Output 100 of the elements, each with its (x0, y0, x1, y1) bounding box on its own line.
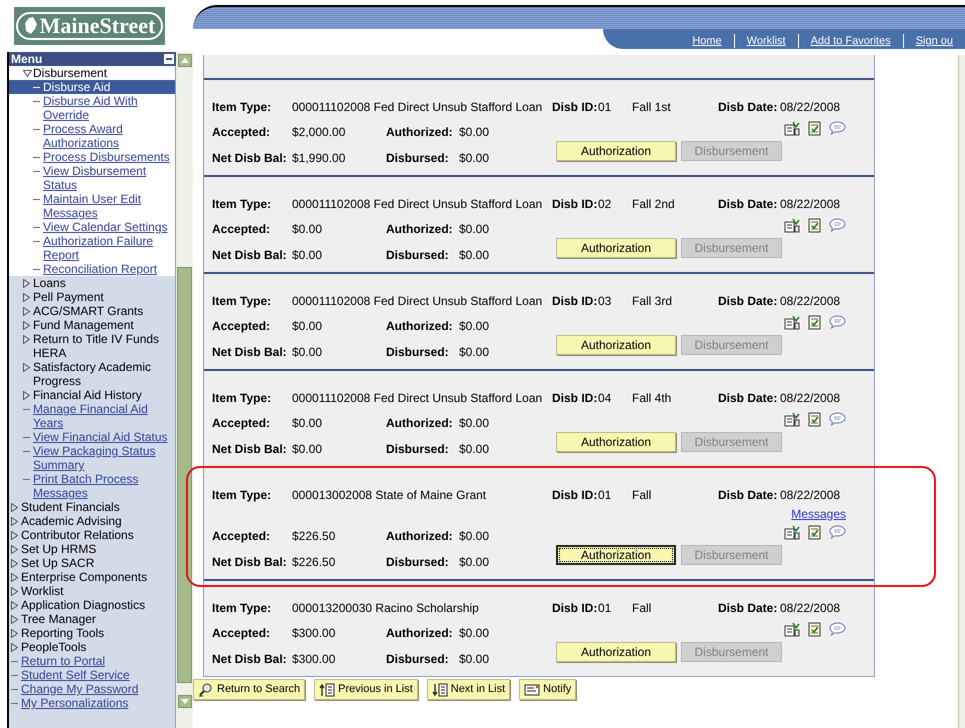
collapsed-triangle-icon[interactable] (11, 626, 21, 640)
action-button[interactable]: Authorization (556, 642, 676, 662)
folder-item[interactable]: Reporting Tools (21, 626, 106, 640)
collapsed-triangle-icon[interactable] (23, 318, 33, 332)
checklist-icon[interactable] (808, 524, 821, 540)
folder-item[interactable]: Loans (33, 276, 68, 290)
field-label: Item Type: (212, 196, 272, 213)
list-chart-icon[interactable] (784, 120, 800, 136)
nav-link[interactable]: Home (680, 34, 734, 48)
checklist-icon[interactable] (808, 218, 821, 232)
folder-item[interactable]: Set Up HRMS (21, 542, 98, 556)
field-value: 08/22/2008 (780, 196, 840, 213)
list-chart-icon[interactable] (784, 412, 800, 426)
collapsed-triangle-icon[interactable] (11, 528, 21, 542)
folder-item[interactable]: Financial Aid History (33, 388, 144, 402)
action-button[interactable]: Authorization (556, 545, 676, 565)
collapsed-triangle-icon[interactable] (11, 542, 21, 556)
collapse-icon[interactable] (164, 54, 174, 64)
menu-link[interactable]: Maintain User Edit Messages (43, 192, 175, 220)
menu-link[interactable]: Reconciliation Report (43, 262, 160, 276)
menu-link[interactable]: View Financial Aid Status (33, 430, 170, 444)
folder-item[interactable]: Set Up SACR (21, 556, 96, 570)
checklist-icon[interactable] (808, 622, 821, 636)
folder-item[interactable]: Enterprise Components (21, 570, 150, 584)
down-arrow-list-icon (432, 682, 448, 696)
toolbar-button[interactable]: Return to Search (193, 679, 306, 700)
collapsed-triangle-icon[interactable] (11, 514, 21, 528)
menu-link[interactable]: View Calendar Settings (43, 220, 170, 234)
nav-link[interactable]: Add to Favorites (798, 34, 903, 48)
speech-bubble-icon[interactable] (829, 121, 846, 135)
collapsed-triangle-icon[interactable] (23, 290, 33, 304)
collapsed-triangle-icon[interactable] (11, 556, 21, 570)
collapsed-triangle-icon[interactable] (11, 570, 21, 584)
collapsed-triangle-icon[interactable] (23, 360, 33, 374)
menu-link[interactable]: Authorization Failure Report (43, 234, 175, 262)
scroll-up-icon[interactable] (178, 54, 192, 67)
menu-link[interactable]: Process Disbursements (43, 150, 172, 164)
folder-item[interactable]: Disbursement (33, 66, 110, 80)
menu-link[interactable]: Disburse Aid With Override (43, 94, 175, 122)
menu-link[interactable]: View Disbursement Status (43, 164, 175, 192)
menu-link[interactable]: My Personalizations (21, 696, 130, 710)
collapsed-triangle-icon[interactable] (11, 584, 21, 598)
folder-item[interactable]: Application Diagnostics (21, 598, 148, 612)
action-button[interactable]: Authorization (556, 238, 676, 258)
toolbar-button[interactable]: Next in List (426, 679, 510, 700)
folder-item[interactable]: Contributor Relations (21, 528, 136, 542)
field-value: $0.00 (459, 247, 490, 264)
field-label: Authorized: (386, 221, 454, 238)
collapsed-triangle-icon[interactable] (11, 598, 21, 612)
folder-item[interactable]: ACG/SMART Grants (33, 304, 146, 318)
page-scrollbar[interactable] (958, 55, 965, 728)
scroll-down-icon[interactable] (178, 695, 192, 708)
collapsed-triangle-icon[interactable] (23, 304, 33, 318)
collapsed-triangle-icon[interactable] (23, 276, 33, 290)
checklist-icon[interactable] (808, 314, 821, 330)
action-button[interactable]: Authorization (556, 141, 676, 161)
folder-item[interactable]: Worklist (21, 584, 66, 598)
field-value: $0.00 (292, 247, 324, 264)
field-value: $0.00 (459, 221, 490, 238)
list-chart-icon[interactable] (784, 218, 800, 232)
menu-scrollbar[interactable] (176, 52, 193, 728)
nav-link[interactable]: Sign ou (902, 34, 965, 48)
folder-item[interactable]: Academic Advising (21, 514, 124, 528)
list-chart-icon[interactable] (784, 524, 800, 540)
messages-link[interactable]: Messages (791, 507, 846, 523)
folder-item[interactable]: Return to Title IV Funds HERA (33, 332, 175, 360)
dash-icon (23, 436, 30, 438)
scroll-thumb[interactable] (177, 267, 192, 683)
speech-bubble-icon[interactable] (829, 218, 846, 232)
menu-link[interactable]: View Packaging Status Summary (33, 444, 175, 472)
folder-item[interactable]: PeopleTools (21, 640, 88, 654)
speech-bubble-icon[interactable] (829, 622, 846, 636)
list-chart-icon[interactable] (784, 314, 800, 330)
speech-bubble-icon[interactable] (829, 525, 846, 539)
collapsed-triangle-icon[interactable] (23, 332, 33, 346)
menu-link[interactable]: Manage Financial Aid Years (33, 402, 175, 430)
action-button[interactable]: Authorization (556, 432, 676, 452)
speech-bubble-icon[interactable] (829, 412, 846, 426)
checklist-icon[interactable] (808, 120, 821, 136)
toolbar-button[interactable]: Notify (519, 679, 576, 700)
menu-link[interactable]: Student Self Service (21, 668, 132, 682)
folder-item[interactable]: Pell Payment (33, 290, 106, 304)
checklist-icon[interactable] (808, 412, 821, 426)
toolbar-button[interactable]: Previous in List (314, 679, 418, 700)
collapsed-triangle-icon[interactable] (11, 640, 21, 654)
speech-bubble-icon[interactable] (829, 315, 846, 329)
collapsed-triangle-icon[interactable] (11, 500, 21, 514)
folder-item[interactable]: Satisfactory Academic Progress (33, 360, 175, 388)
menu-link[interactable]: Change My Password (21, 682, 140, 696)
menu-link[interactable]: Process Award Authorizations (43, 122, 175, 150)
menu-link[interactable]: Print Batch Process Messages (33, 472, 175, 500)
list-chart-icon[interactable] (784, 622, 800, 636)
menu-link[interactable]: Return to Portal (21, 654, 108, 668)
folder-item[interactable]: Student Financials (21, 500, 122, 514)
collapsed-triangle-icon[interactable] (23, 388, 33, 402)
action-button[interactable]: Authorization (556, 335, 676, 355)
folder-item[interactable]: Fund Management (33, 318, 136, 332)
collapsed-triangle-icon[interactable] (11, 612, 21, 626)
nav-link[interactable]: Worklist (734, 34, 798, 48)
folder-item[interactable]: Tree Manager (21, 612, 98, 626)
